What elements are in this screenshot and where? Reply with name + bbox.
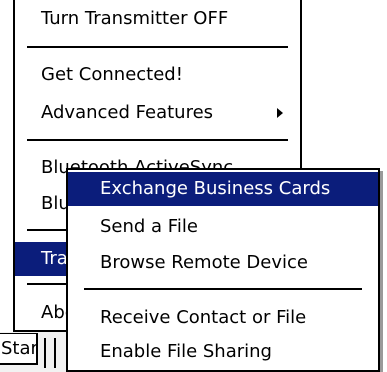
taskbar-divider — [44, 338, 46, 368]
start-button-label: Start — [1, 338, 38, 359]
menu-item-receive-contact-or-file[interactable]: Receive Contact or File — [68, 301, 378, 335]
menu-item-advanced-features[interactable]: Advanced Features — [15, 96, 300, 130]
menu-item-label: Send a File — [100, 216, 198, 237]
menu-separator — [27, 46, 288, 48]
menu-item-label: Enable File Sharing — [100, 341, 272, 362]
menu-item-turn-transmitter-off[interactable]: Turn Transmitter OFF — [15, 2, 300, 36]
menu-item-enable-file-sharing[interactable]: Enable File Sharing — [68, 335, 378, 369]
menu-item-get-connected[interactable]: Get Connected! — [15, 58, 300, 92]
menu-item-label: Advanced Features — [41, 102, 214, 123]
menu-item-label: Turn Transmitter OFF — [41, 8, 229, 29]
menu-item-exchange-business-cards[interactable]: Exchange Business Cards — [68, 172, 378, 206]
menu-separator — [27, 139, 288, 141]
menu-item-label: Receive Contact or File — [100, 307, 307, 328]
taskbar-divider — [54, 338, 56, 368]
taskbar: Start — [0, 332, 66, 372]
menu-item-label: Get Connected! — [41, 64, 183, 85]
menu-item-browse-remote-device[interactable]: Browse Remote Device — [68, 246, 378, 280]
menu-separator — [84, 288, 362, 290]
transfer-submenu: Exchange Business Cards Send a File Brow… — [66, 168, 380, 372]
menu-item-label: Browse Remote Device — [100, 252, 308, 273]
start-button[interactable]: Start — [0, 333, 38, 365]
submenu-arrow-icon — [274, 96, 286, 130]
menu-item-send-a-file[interactable]: Send a File — [68, 210, 378, 244]
menu-item-label: Exchange Business Cards — [100, 178, 331, 199]
menu-item-label: Tra — [41, 248, 68, 269]
